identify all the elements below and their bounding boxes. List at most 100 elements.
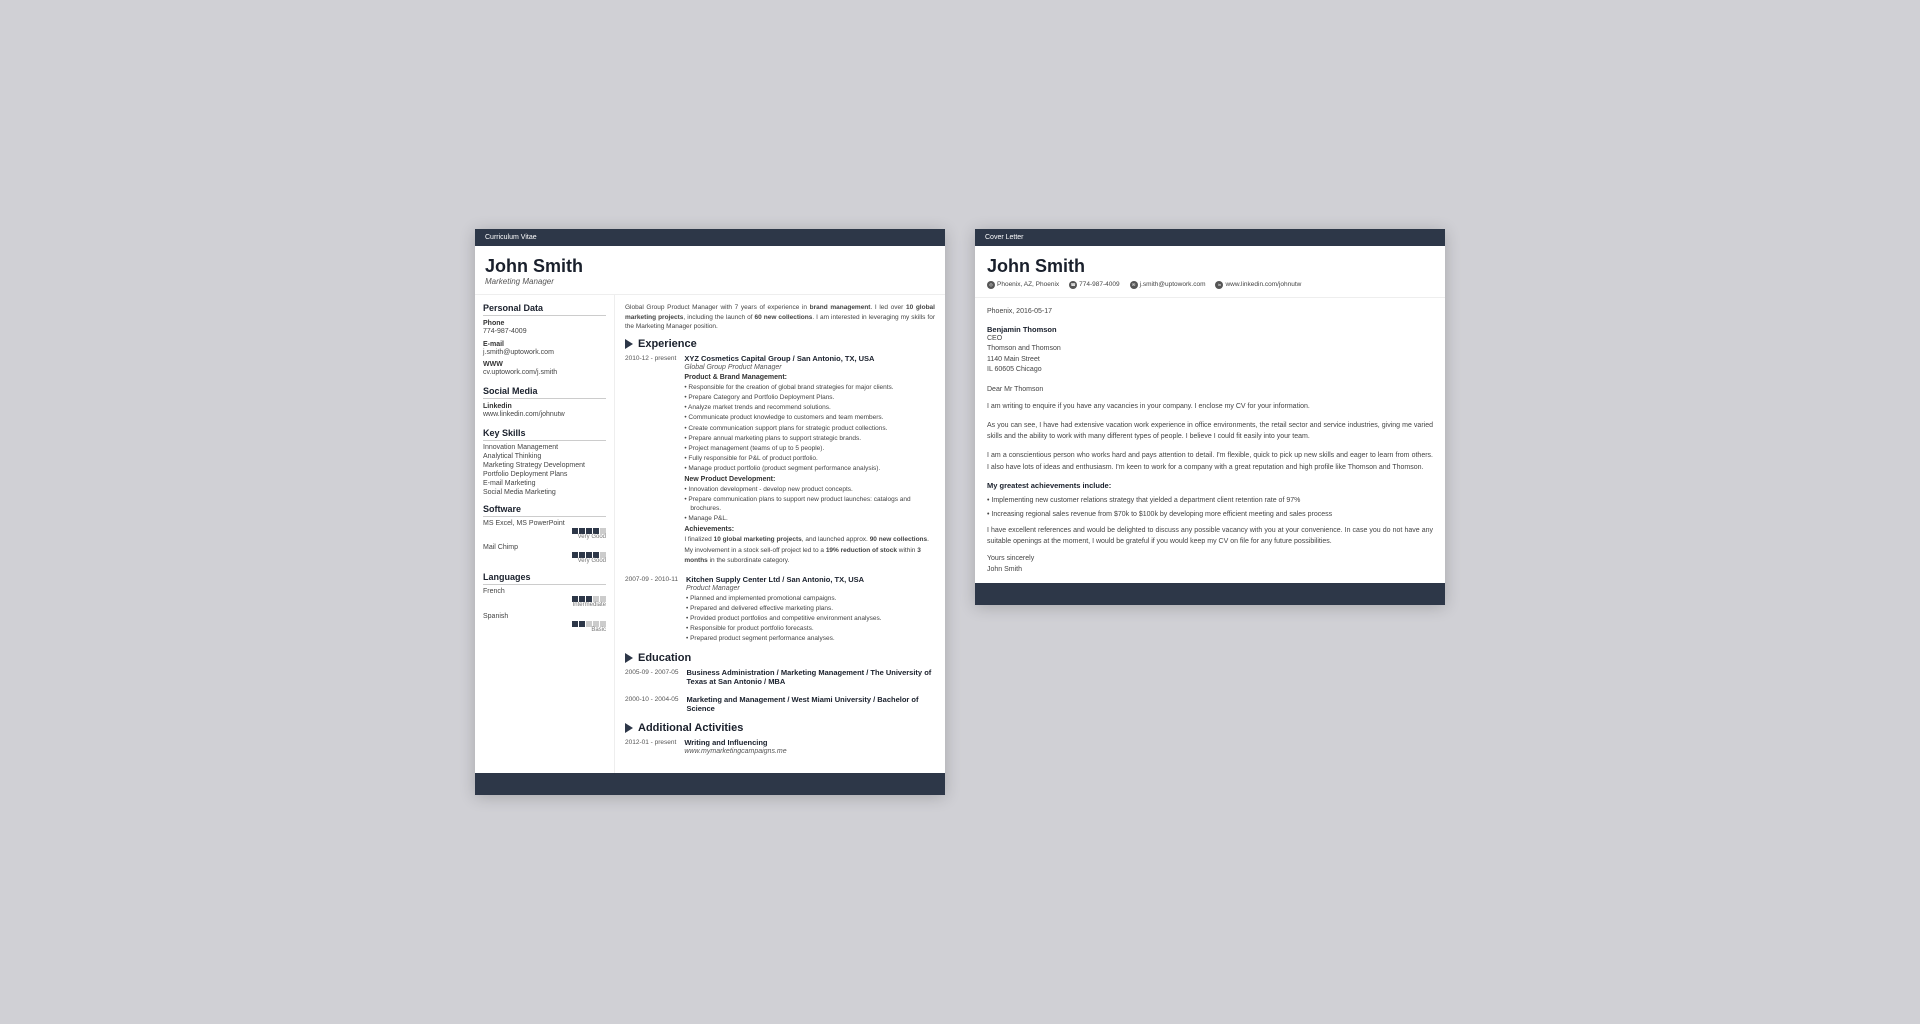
exp-role: Product Manager [686,585,935,592]
edu-date: 2005-09 - 2007-05 [625,668,679,687]
languages-list: FrenchIntermediate SpanishBasic [483,588,606,633]
phone-icon: ☎ [1069,281,1077,289]
cl-salutation: Dear Mr Thomson [987,386,1433,393]
cl-body: Phoenix, 2016-05-17 Benjamin Thomson CEO… [975,298,1445,583]
location-icon: ◎ [987,281,995,289]
skills-list: Innovation ManagementAnalytical Thinking… [483,444,606,496]
cl-recipient: Benjamin Thomson CEO Thomson and Thomson… [987,325,1433,376]
skill-item: E-mail Marketing [483,480,606,487]
cl-paragraph: I am writing to enquire if you have any … [987,401,1433,412]
language-item: FrenchIntermediate [483,588,606,608]
exp-bullet: • Provided product portfolios and compet… [686,614,935,623]
cv-name: John Smith [485,256,935,277]
exp-bullet: • Create communication support plans for… [684,424,935,433]
cv-footer [475,773,945,795]
exp-bullet: • Innovation development - develop new p… [684,485,935,494]
education-title: Education [638,652,691,664]
exp-content: Kitchen Supply Center Ltd / San Antonio,… [686,575,935,644]
lang-dot [579,621,585,627]
cv-right-column: Global Group Product Manager with 7 year… [615,295,945,773]
cl-footer [975,583,1445,605]
linkedin-icon: in [1215,281,1223,289]
languages-title: Languages [483,572,606,585]
activities-list: 2012-01 - presentWriting and Influencing… [625,738,935,757]
cl-location: ◎ Phoenix, AZ, Phoenix [987,281,1059,289]
cover-letter-document: Cover Letter John Smith ◎ Phoenix, AZ, P… [975,229,1445,605]
cl-phone-text: 774-987-4009 [1079,281,1119,288]
email-value: j.smith@uptowork.com [483,348,606,358]
exp-bullet: • Prepared product segment performance a… [686,634,935,643]
experience-arrow-icon [625,339,633,349]
software-item: Mail Chimp Very Good [483,544,606,564]
cl-paragraph: As you can see, I have had extensive vac… [987,420,1433,442]
cl-recipient-city: IL 60605 Chicago [987,365,1433,376]
cl-recipient-company: Thomson and Thomson [987,344,1433,355]
lang-dot [572,621,578,627]
cl-date: Phoenix, 2016-05-17 [987,308,1433,315]
education-list: 2005-09 - 2007-05 Business Administration… [625,668,935,714]
software-list: MS Excel, MS PowerPointVery GoodMail Chi… [483,520,606,564]
lang-level-label: Basic [483,627,606,633]
exp-bullet: • Responsible for product portfolio fore… [686,624,935,633]
exp-bullet: • Prepare Category and Portfolio Deploym… [684,393,935,402]
language-name: French [483,588,606,595]
cl-name-section: John Smith ◎ Phoenix, AZ, Phoenix ☎ 774-… [975,246,1445,298]
exp-sub-title: Achievements: [684,526,935,533]
cl-location-text: Phoenix, AZ, Phoenix [997,281,1059,288]
cl-achievements-title: My greatest achievements include: [987,481,1433,490]
activities-arrow-icon [625,723,633,733]
cl-email: ✉ j.smith@uptowork.com [1130,281,1206,289]
act-value: www.mymarketingcampaigns.me [684,748,935,755]
email-label: E-mail [483,341,606,348]
exp-achievement-text: I finalized 10 global marketing projects… [684,535,935,544]
exp-bullet: • Planned and implemented promotional ca… [686,594,935,603]
exp-date: 2007-09 - 2010-11 [625,575,678,644]
page-container: Curriculum Vitae John Smith Marketing Ma… [475,229,1445,795]
cl-linkedin-text: www.linkedin.com/johnutw [1225,281,1301,288]
cl-signature: John Smith [987,566,1433,573]
edu-date: 2000-10 - 2004-05 [625,695,679,714]
www-label: WWW [483,361,606,368]
cl-recipient-title: CEO [987,334,1433,345]
cl-closing-para: I have excellent references and would be… [987,525,1433,547]
skill-level-label: Very Good [483,534,606,540]
cv-document: Curriculum Vitae John Smith Marketing Ma… [475,229,945,795]
cv-intro: Global Group Product Manager with 7 year… [625,303,935,332]
linkedin-value: www.linkedin.com/johnutw [483,410,606,420]
skill-item: Portfolio Deployment Plans [483,471,606,478]
act-date: 2012-01 - present [625,738,676,757]
exp-sub-title: Product & Brand Management: [684,374,935,381]
education-header: Education [625,652,935,664]
cv-header-label: Curriculum Vitae [485,234,537,241]
phone-label: Phone [483,320,606,327]
experience-list: 2010-12 - presentXYZ Cosmetics Capital G… [625,354,935,644]
cl-recipient-address: 1140 Main Street [987,355,1433,366]
cl-phone: ☎ 774-987-4009 [1069,281,1119,289]
education-arrow-icon [625,653,633,663]
exp-bullet: • Manage P&L. [684,514,935,523]
experience-title: Experience [638,338,697,350]
education-entry: 2000-10 - 2004-05 Marketing and Managemen… [625,695,935,714]
edu-degree: Marketing and Management / West Miami Un… [687,695,936,713]
edu-degree: Business Administration / Marketing Mana… [687,668,936,686]
exp-company: XYZ Cosmetics Capital Group / San Antoni… [684,354,935,363]
skill-item: Social Media Marketing [483,489,606,496]
software-name: MS Excel, MS PowerPoint [483,520,606,527]
activities-title: Additional Activities [638,722,743,734]
exp-bullet: • Communicate product knowledge to custo… [684,413,935,422]
cl-paragraphs: I am writing to enquire if you have any … [987,401,1433,473]
cv-left-column: Personal Data Phone 774-987-4009 E-mail … [475,295,615,773]
cl-recipient-name: Benjamin Thomson [987,325,1433,334]
exp-bullet: • Responsible for the creation of global… [684,383,935,392]
language-item: SpanishBasic [483,613,606,633]
exp-bullet: • Fully responsible for P&L of product p… [684,454,935,463]
exp-company: Kitchen Supply Center Ltd / San Antonio,… [686,575,935,584]
software-name: Mail Chimp [483,544,606,551]
cl-achievement-item: • Increasing regional sales revenue from… [987,510,1433,521]
skill-level-label: Very Good [483,558,606,564]
software-item: MS Excel, MS PowerPoint Very Good [483,520,606,540]
skill-item: Analytical Thinking [483,453,606,460]
cl-contact-row: ◎ Phoenix, AZ, Phoenix ☎ 774-987-4009 ✉ … [987,281,1433,289]
phone-value: 774-987-4009 [483,327,606,337]
cv-body: Personal Data Phone 774-987-4009 E-mail … [475,295,945,773]
